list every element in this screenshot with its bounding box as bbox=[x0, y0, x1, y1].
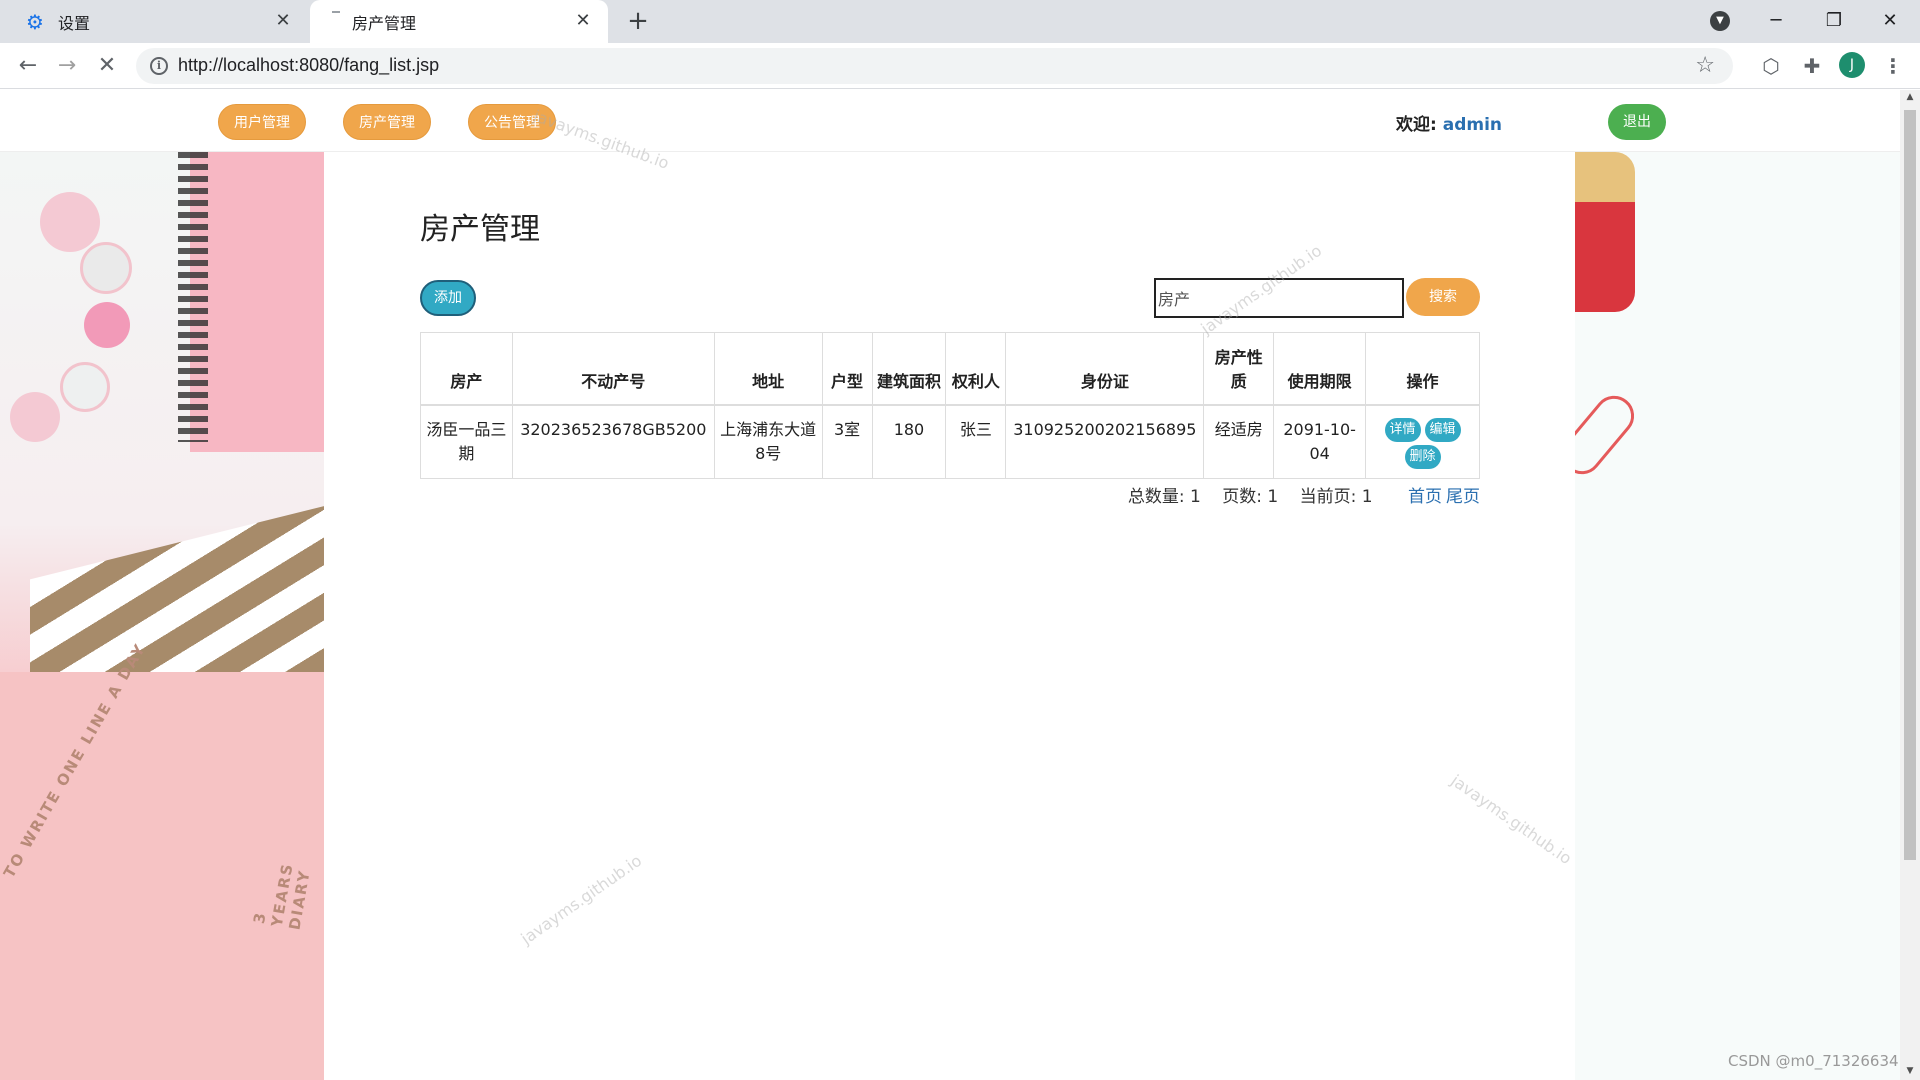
browser-tab-bar: ⚙ 设置 ✕ 房产管理 ✕ + ▼ ─ ❐ ✕ bbox=[0, 0, 1920, 43]
current-page: 当前页: 1 bbox=[1300, 487, 1373, 507]
current-label: 当前页: bbox=[1299, 487, 1357, 507]
window-close-icon[interactable]: ✕ bbox=[1874, 6, 1906, 36]
last-page-link[interactable]: 尾页 bbox=[1446, 487, 1480, 507]
column-header: 户型 bbox=[821, 332, 873, 405]
pagination: 总数量: 1 页数: 1 当前页: 1 首页 尾页 bbox=[420, 482, 1480, 507]
menu-user-management[interactable]: 用户管理 bbox=[218, 104, 306, 140]
current-value: 1 bbox=[1361, 487, 1373, 507]
total-label: 总数量: bbox=[1127, 487, 1185, 507]
back-icon[interactable]: ← bbox=[14, 52, 42, 80]
column-header: 房产 bbox=[420, 332, 513, 405]
delete-button[interactable]: 删除 bbox=[1404, 444, 1441, 469]
column-header: 操作 bbox=[1365, 332, 1480, 405]
diary-spine-text: 3 YEARS DIARY bbox=[250, 861, 314, 932]
detail-button[interactable]: 详情 bbox=[1384, 417, 1421, 442]
scroll-up-arrow-icon[interactable]: ▲ bbox=[1904, 92, 1916, 104]
pages-label: 页数: bbox=[1222, 487, 1262, 507]
url-text[interactable]: http://localhost:8080/fang_list.jsp bbox=[178, 55, 439, 76]
forward-icon[interactable]: → bbox=[53, 52, 81, 80]
table-cell: 320236523678GB5200 bbox=[511, 404, 715, 479]
column-header: 建筑面积 bbox=[871, 332, 947, 405]
new-tab-button[interactable]: + bbox=[624, 8, 652, 36]
page-scrollbar[interactable]: ▲ ▼ bbox=[1900, 90, 1920, 1080]
total-count: 总数量: 1 bbox=[1128, 487, 1201, 507]
table-header-row: 房产 不动产号 地址 户型 建筑面积 权利人 身份证 房产性质 使用期限 操作 bbox=[420, 332, 1480, 405]
tab-label: 设置 bbox=[58, 13, 91, 33]
search-button[interactable]: 搜索 bbox=[1406, 278, 1480, 316]
profile-avatar[interactable]: J bbox=[1839, 52, 1865, 78]
browser-toolbar: ← → ✕ i http://localhost:8080/fang_list.… bbox=[0, 43, 1920, 89]
pages-value: 1 bbox=[1267, 487, 1279, 507]
property-table: 房产 不动产号 地址 户型 建筑面积 权利人 身份证 房产性质 使用期限 操作 … bbox=[420, 332, 1480, 479]
scroll-thumb[interactable] bbox=[1904, 110, 1916, 860]
notebook-image bbox=[190, 152, 324, 452]
table-row: 汤臣一品三期 320236523678GB5200 上海浦东大道8号 3室 18… bbox=[420, 404, 1480, 479]
bead-image bbox=[84, 302, 130, 348]
column-header: 使用期限 bbox=[1273, 332, 1367, 405]
total-value: 1 bbox=[1190, 487, 1201, 507]
tab-settings[interactable]: ⚙ 设置 ✕ bbox=[12, 0, 308, 43]
table-cell: 上海浦东大道8号 bbox=[713, 404, 823, 479]
close-icon[interactable]: ✕ bbox=[572, 10, 594, 32]
page-count: 页数: 1 bbox=[1222, 487, 1278, 507]
bead-image bbox=[10, 392, 60, 442]
page-viewport: TO WRITE ONE LINE A DAY 3 YEARS DIARY 用户… bbox=[0, 90, 1900, 1080]
minimize-icon[interactable]: ─ bbox=[1760, 6, 1792, 36]
add-button[interactable]: 添加 bbox=[420, 280, 476, 316]
edit-button[interactable]: 编辑 bbox=[1424, 417, 1461, 442]
main-content: 房产管理 添加 搜索 房产 不动产号 地址 户型 建筑面积 权利人 身份证 房产… bbox=[324, 152, 1575, 1080]
welcome-text: 欢迎: admin bbox=[1396, 110, 1502, 135]
welcome-label: 欢迎: bbox=[1396, 115, 1437, 135]
tab-fang-management[interactable]: 房产管理 ✕ bbox=[310, 0, 608, 43]
scroll-down-arrow-icon[interactable]: ▼ bbox=[1904, 1066, 1916, 1078]
page-title: 房产管理 bbox=[420, 212, 540, 247]
pink-diary-image: TO WRITE ONE LINE A DAY 3 YEARS DIARY bbox=[0, 640, 324, 1080]
logout-button[interactable]: 退出 bbox=[1608, 104, 1666, 140]
table-cell: 经适房 bbox=[1203, 404, 1275, 479]
tab-label: 房产管理 bbox=[352, 13, 417, 33]
extension-hexagon-icon[interactable]: ⬡ bbox=[1758, 53, 1784, 79]
column-header: 不动产号 bbox=[511, 332, 715, 405]
bookmark-star-icon[interactable]: ☆ bbox=[1695, 53, 1715, 78]
first-page-link[interactable]: 首页 bbox=[1408, 487, 1442, 507]
column-header: 身份证 bbox=[1005, 332, 1205, 405]
table-cell: 汤臣一品三期 bbox=[420, 404, 513, 479]
table-cell: 180 bbox=[871, 404, 947, 479]
column-header: 权利人 bbox=[945, 332, 1007, 405]
csdn-credit: CSDN @m0_71326634 bbox=[1728, 1052, 1899, 1070]
extensions-puzzle-icon[interactable]: ✚ bbox=[1799, 53, 1825, 79]
bead-image bbox=[40, 192, 100, 252]
actions-cell: 详情 编辑 删除 bbox=[1365, 404, 1480, 479]
table-cell: 张三 bbox=[945, 404, 1007, 479]
loading-icon bbox=[332, 10, 340, 15]
site-header: 用户管理 房产管理 公告管理 欢迎: admin 退出 bbox=[0, 90, 1900, 152]
address-bar[interactable]: i http://localhost:8080/fang_list.jsp ☆ bbox=[136, 48, 1733, 84]
menu-fang-management[interactable]: 房产管理 bbox=[343, 104, 431, 140]
table-cell: 3室 bbox=[821, 404, 873, 479]
spiral-binding-image bbox=[178, 152, 208, 442]
diary-cover-text: TO WRITE ONE LINE A DAY bbox=[0, 640, 150, 881]
close-icon[interactable]: ✕ bbox=[272, 10, 294, 32]
table-cell: 2091-10-04 bbox=[1273, 404, 1367, 479]
background-decor-left: TO WRITE ONE LINE A DAY 3 YEARS DIARY bbox=[0, 152, 324, 1080]
column-header: 房产性质 bbox=[1203, 332, 1275, 405]
restore-icon[interactable]: ❐ bbox=[1818, 6, 1850, 36]
bead-image bbox=[60, 362, 110, 412]
tab-search-icon[interactable]: ▼ bbox=[1710, 11, 1730, 31]
column-header: 地址 bbox=[713, 332, 823, 405]
table-cell: 310925200202156895 bbox=[1005, 404, 1205, 479]
username: admin bbox=[1442, 115, 1503, 135]
bead-image bbox=[80, 242, 132, 294]
cup-image bbox=[1575, 152, 1635, 312]
stop-loading-icon[interactable]: ✕ bbox=[93, 52, 121, 80]
menu-dots-icon[interactable]: ⋮ bbox=[1880, 53, 1906, 79]
gear-icon: ⚙ bbox=[26, 9, 44, 34]
info-icon[interactable]: i bbox=[150, 57, 168, 75]
